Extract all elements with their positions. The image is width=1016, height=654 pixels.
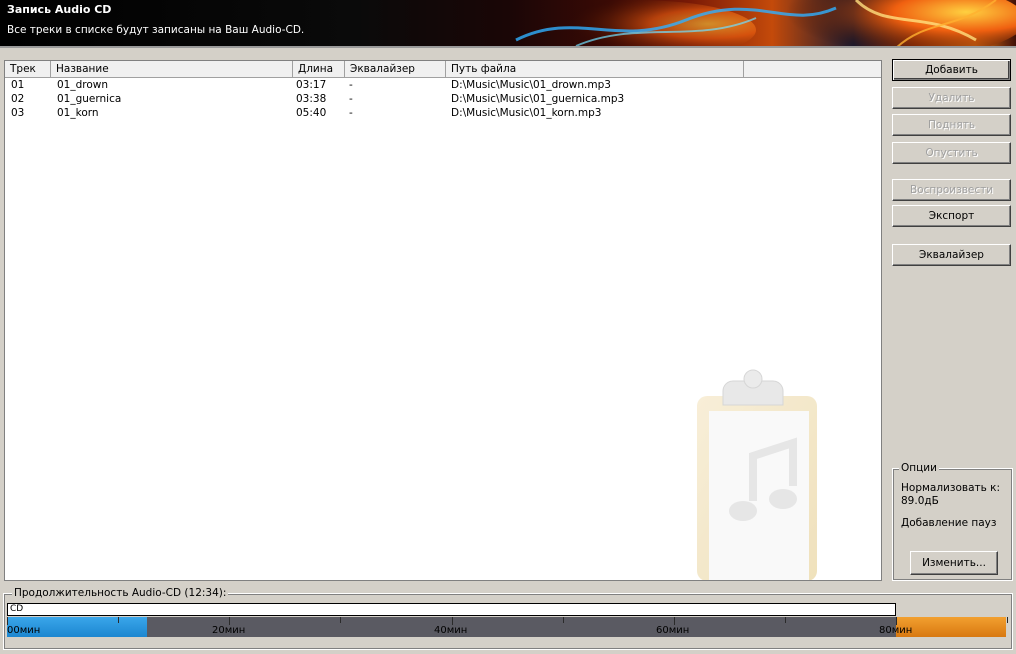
cell-name: 01_drown [57,79,109,91]
table-row[interactable]: 03 01_korn 05:40 - D:\Music\Music\01_kor… [5,106,881,120]
column-header-name[interactable]: Название [51,61,293,77]
duration-scale: 00мин 20мин 40мин 60мин 80мин [7,617,1008,637]
cell-equalizer: - [349,93,353,105]
cell-name: 01_guernica [57,93,122,105]
remove-button[interactable]: Удалить [892,87,1011,109]
column-header-length[interactable]: Длина [293,61,345,77]
play-button[interactable]: Воспроизвести [892,179,1011,201]
change-options-button[interactable]: Изменить... [910,551,998,575]
table-row[interactable]: 01 01_drown 03:17 - D:\Music\Music\01_dr… [5,78,881,92]
move-up-button[interactable]: Поднять [892,114,1011,136]
cell-track: 02 [11,93,25,105]
clipboard-music-icon [697,369,817,580]
normalize-value: 89.0дБ [901,495,939,507]
track-list[interactable]: Трек Название Длина Эквалайзер Путь файл… [4,60,882,581]
scale-label-60: 60мин [656,625,690,636]
scale-tick [7,617,8,625]
scale-tick [563,617,564,623]
duration-title: Продолжительность Audio-CD (12:34): [12,587,229,599]
cell-track: 03 [11,107,25,119]
scale-label-80: 80мин [879,625,913,636]
scale-label-20: 20мин [212,625,246,636]
column-header-path[interactable]: Путь файла [446,61,744,77]
banner-art [515,0,1016,48]
cell-path: D:\Music\Music\01_guernica.mp3 [451,93,625,105]
scale-tick [674,617,675,625]
cell-name: 01_korn [57,107,99,119]
scale-tick [118,617,119,623]
header-banner: Запись Audio CD Все треки в списке будут… [0,0,1016,48]
export-button[interactable]: Экспорт [892,205,1011,227]
cd-capacity-track: CD [7,603,896,616]
equalizer-button[interactable]: Эквалайзер [892,244,1011,266]
cell-length: 03:17 [296,79,327,91]
cell-equalizer: - [349,107,353,119]
scale-tick [1007,617,1008,623]
scale-tick [229,617,230,625]
duration-bar: CD 00мин 20мин 40мин 60мин 80мин [7,603,1008,637]
cell-length: 03:38 [296,93,327,105]
table-row[interactable]: 02 01_guernica 03:38 - D:\Music\Music\01… [5,92,881,106]
cell-length: 05:40 [296,107,327,119]
move-down-button[interactable]: Опустить [892,142,1011,164]
column-header-equalizer[interactable]: Эквалайзер [345,61,446,77]
list-header: Трек Название Длина Эквалайзер Путь файл… [5,61,881,78]
normalize-label: Нормализовать к: [901,482,1001,494]
scale-tick [452,617,453,625]
pause-label: Добавление пауз [901,517,997,529]
column-header-track[interactable]: Трек [5,61,51,77]
add-button[interactable]: Добавить [892,59,1011,81]
overburn-zone [896,617,1006,637]
scale-label-40: 40мин [434,625,468,636]
window-subtitle: Все треки в списке будут записаны на Ваш… [7,24,305,36]
cell-track: 01 [11,79,25,91]
cell-equalizer: - [349,79,353,91]
scale-tick [340,617,341,623]
scale-label-0: 00мин [7,625,41,636]
scale-tick [785,617,786,623]
cd-label: CD [10,604,24,614]
options-title: Опции [899,462,939,474]
cell-path: D:\Music\Music\01_korn.mp3 [451,107,602,119]
cell-path: D:\Music\Music\01_drown.mp3 [451,79,611,91]
scale-tick [896,617,897,625]
window-title: Запись Audio CD [7,3,112,16]
